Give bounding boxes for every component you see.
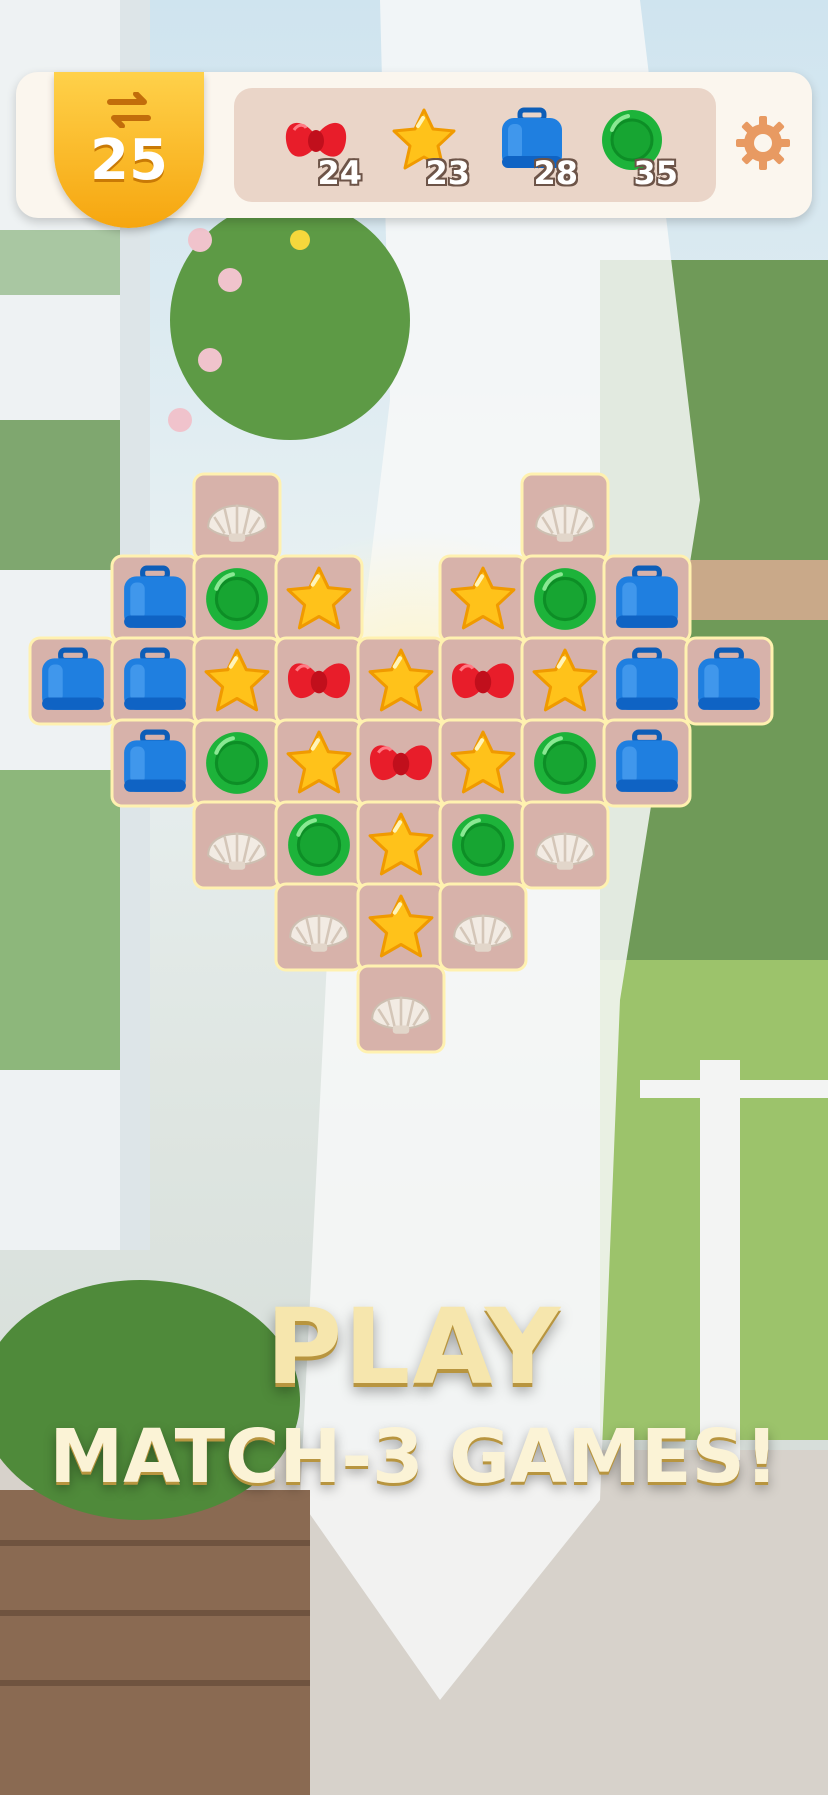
suitcase-piece[interactable]	[616, 568, 678, 628]
suitcase-piece[interactable]	[42, 650, 104, 710]
game-board	[28, 472, 774, 1054]
suitcase-piece[interactable]	[124, 568, 186, 628]
button-piece[interactable]	[206, 732, 268, 794]
suitcase-piece[interactable]	[616, 650, 678, 710]
suitcase-piece[interactable]	[698, 650, 760, 710]
suitcase-piece[interactable]	[616, 732, 678, 792]
button-piece[interactable]	[534, 568, 596, 630]
tagline-play: PLAY	[265, 1286, 563, 1408]
button-piece[interactable]	[288, 814, 350, 876]
button-piece[interactable]	[452, 814, 514, 876]
button-piece[interactable]	[206, 568, 268, 630]
button-piece[interactable]	[534, 732, 596, 794]
tagline-match3: MATCH-3 GAMES!	[49, 1414, 779, 1500]
suitcase-piece[interactable]	[124, 650, 186, 710]
game-scene: 25 24 23 28 35 PLAY MATCH-3 GAMES!	[0, 0, 828, 1795]
suitcase-piece[interactable]	[124, 732, 186, 792]
